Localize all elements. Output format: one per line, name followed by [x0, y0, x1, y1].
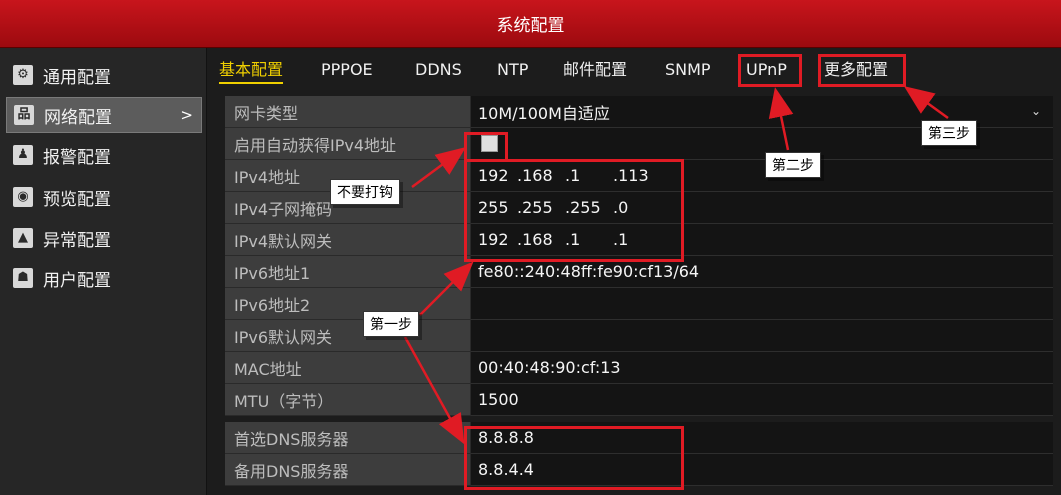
- sidebar-item-alarm[interactable]: ♟ 报警配置: [6, 137, 202, 173]
- note-step-2: 第二步: [765, 152, 821, 178]
- highlight-ipv4-fields: [464, 159, 684, 262]
- chevron-right-icon: >: [180, 106, 193, 124]
- users-icon: ☗: [13, 268, 33, 288]
- dhcp-label: 启用自动获得IPv4地址: [225, 128, 471, 160]
- tab-basic[interactable]: 基本配置: [219, 58, 284, 84]
- note-step-3: 第三步: [921, 120, 977, 146]
- highlight-more-tab: [818, 54, 906, 87]
- row-mtu: MTU（字节） 1500: [225, 384, 1053, 416]
- eye-icon: ◉: [13, 187, 33, 207]
- ipv6-addr2-label: IPv6地址2: [225, 288, 471, 320]
- ipv6-gateway-label: IPv6默认网关: [225, 320, 471, 352]
- mtu-label: MTU（字节）: [225, 384, 471, 416]
- tab-email[interactable]: 邮件配置: [563, 58, 627, 82]
- gear-icon: ⚙: [13, 65, 33, 85]
- mtu-value: 1500: [478, 390, 519, 409]
- highlight-dns-fields: [464, 426, 684, 490]
- sidebar-item-user[interactable]: ☗ 用户配置: [6, 260, 202, 296]
- tab-snmp[interactable]: SNMP: [665, 58, 711, 82]
- row-mac: MAC地址 00:40:48:90:cf:13: [225, 352, 1053, 384]
- mtu-field[interactable]: 1500: [471, 384, 1053, 416]
- alarm-bell-icon: ♟: [13, 145, 33, 165]
- chevron-down-icon: ⌄: [1030, 104, 1041, 118]
- warning-icon: ▲: [13, 228, 33, 248]
- sidebar: ⚙ 通用配置 品 网络配置 > ♟ 报警配置 ◉ 预览配置 ▲ 异常配置 ☗ 用…: [0, 48, 207, 495]
- sidebar-item-label: 预览配置: [43, 189, 111, 210]
- mac-label: MAC地址: [225, 352, 471, 384]
- tab-pppoe[interactable]: PPPOE: [321, 58, 373, 82]
- network-icon: 品: [14, 105, 34, 125]
- row-ipv6-addr2: IPv6地址2: [225, 288, 1053, 320]
- sidebar-item-label: 报警配置: [43, 147, 111, 168]
- window-title: 系统配置: [496, 16, 565, 36]
- nic-type-label: 网卡类型: [225, 96, 471, 128]
- window-title-bar: 系统配置: [0, 0, 1061, 48]
- tab-ntp[interactable]: NTP: [497, 58, 528, 82]
- sidebar-item-general[interactable]: ⚙ 通用配置: [6, 57, 202, 93]
- ipv6-addr1-label: IPv6地址1: [225, 256, 471, 288]
- tab-bar: 基本配置 PPPOE DDNS NTP 邮件配置 SNMP UPnP 更多配置: [207, 48, 1061, 94]
- sidebar-item-label: 网络配置: [44, 107, 112, 128]
- tab-ddns[interactable]: DDNS: [415, 58, 462, 82]
- sidebar-item-exception[interactable]: ▲ 异常配置: [6, 220, 202, 256]
- note-do-not-check: 不要打钩: [330, 179, 400, 205]
- ipv4-gateway-label: IPv4默认网关: [225, 224, 471, 256]
- note-step-1: 第一步: [363, 311, 419, 337]
- ipv6-gateway-value: [471, 320, 1053, 352]
- mac-value: 00:40:48:90:cf:13: [471, 352, 1053, 384]
- sidebar-item-label: 用户配置: [43, 270, 111, 291]
- highlight-upnp-tab: [738, 54, 802, 87]
- nic-type-value: 10M/100M自适应: [478, 103, 610, 123]
- sidebar-item-label: 通用配置: [43, 67, 111, 88]
- dns1-label: 首选DNS服务器: [225, 422, 471, 454]
- sidebar-item-label: 异常配置: [43, 230, 111, 251]
- ipv6-addr2-value: [471, 288, 1053, 320]
- dns2-label: 备用DNS服务器: [225, 454, 471, 486]
- sidebar-item-preview[interactable]: ◉ 预览配置: [6, 179, 202, 215]
- sidebar-item-network[interactable]: 品 网络配置 >: [6, 97, 202, 133]
- row-ipv6-gateway: IPv6默认网关: [225, 320, 1053, 352]
- highlight-dhcp-checkbox: [464, 132, 508, 162]
